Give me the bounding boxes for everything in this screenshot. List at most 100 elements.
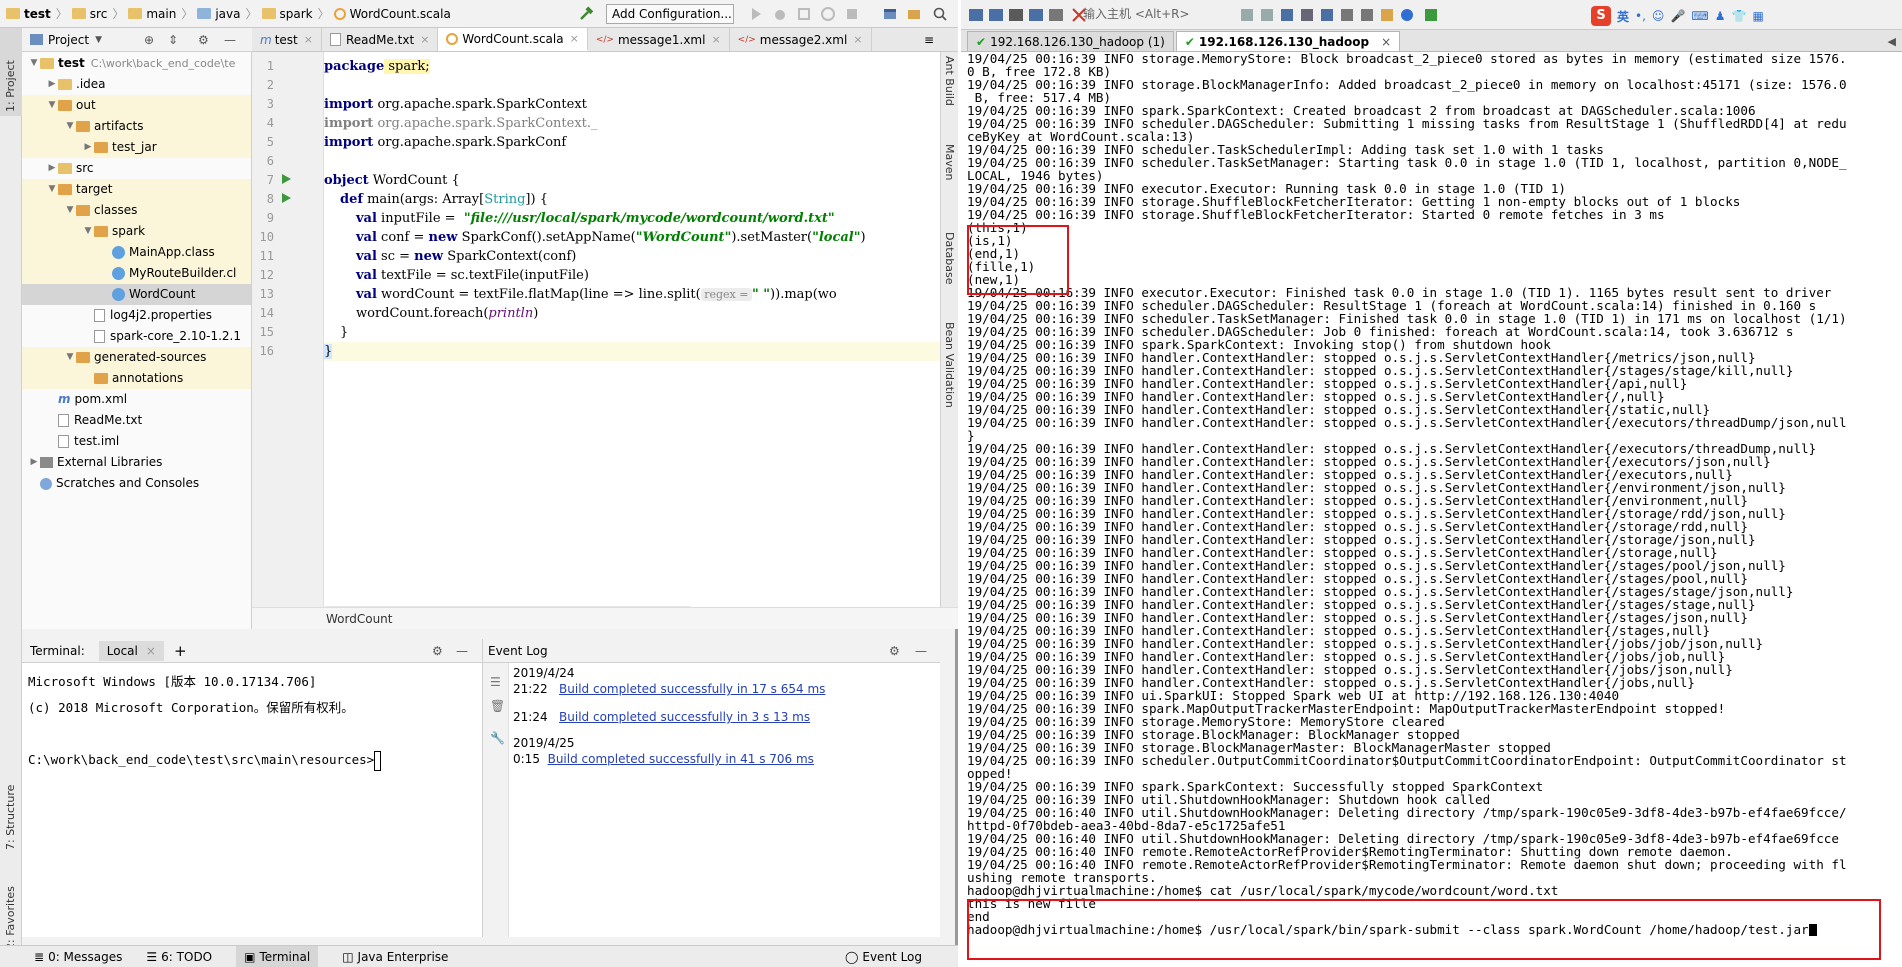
menu-grid-icon[interactable]: ▦ — [1752, 9, 1763, 23]
tree-item[interactable]: ▼ out — [22, 95, 251, 116]
structure-tool-tab[interactable]: 7: Structure — [4, 785, 17, 850]
build-hammer-icon[interactable] — [578, 6, 594, 22]
session-tab-1[interactable]: ✔ 192.168.126.130_hadoop (1) — [967, 31, 1174, 51]
chevron-right-icon[interactable]: ▶ — [82, 137, 94, 158]
chevron-down-icon[interactable]: ▼ — [64, 116, 76, 137]
project-structure-icon[interactable] — [882, 6, 898, 22]
punctuation-icon[interactable]: •, — [1635, 9, 1646, 23]
tab-message1[interactable]: </> message1.xml × — [588, 28, 730, 51]
event-link[interactable]: Build completed successfully in 3 s 13 m… — [559, 710, 810, 724]
search-icon[interactable] — [932, 6, 948, 22]
tab-wordcount-scala[interactable]: WordCount.scala × — [438, 28, 588, 51]
run-gutter-icon[interactable] — [280, 173, 292, 185]
ant-build-tab[interactable]: Ant Build — [943, 56, 956, 106]
messages-tool-button[interactable]: ≣ 0: Messages — [34, 950, 122, 964]
tree-item[interactable]: test.iml — [22, 431, 251, 452]
add-configuration-button[interactable]: Add Configuration... — [606, 4, 734, 24]
tab-overflow-button[interactable]: ≡ — [916, 28, 958, 51]
gear-icon[interactable]: ⚙ — [198, 33, 209, 47]
tree-item[interactable]: ReadMe.txt — [22, 410, 251, 431]
bean-validation-tab[interactable]: Bean Validation — [943, 322, 956, 408]
tab-test[interactable]: m test × — [252, 28, 322, 51]
chevron-down-icon[interactable]: ▼ — [28, 53, 40, 74]
profile-icon[interactable] — [820, 6, 836, 22]
maven-tab[interactable]: Maven — [943, 144, 956, 180]
add-terminal-button[interactable]: + — [174, 642, 187, 660]
sdk-icon[interactable] — [906, 6, 922, 22]
tree-item[interactable]: MyRouteBuilder.cl — [22, 263, 251, 284]
close-icon[interactable]: × — [1381, 35, 1391, 49]
wrench-icon[interactable]: 🔧 — [490, 731, 505, 745]
tab-scroll-left-icon[interactable]: ◀ — [1888, 35, 1896, 48]
settings-icon[interactable]: ☰ — [490, 675, 501, 689]
tree-item[interactable]: ▼ artifacts — [22, 116, 251, 137]
tree-item[interactable]: spark-core_2.10-1.2.1 — [22, 326, 251, 347]
tree-item[interactable]: ▼ generated-sources — [22, 347, 251, 368]
breadcrumb-file[interactable]: WordCount.scala — [333, 7, 451, 21]
chevron-right-icon[interactable]: ▶ — [28, 452, 40, 473]
gear-icon[interactable]: ⚙ — [889, 644, 900, 658]
close-icon[interactable]: × — [146, 644, 156, 658]
todo-tool-button[interactable]: ☰ 6: TODO — [146, 950, 212, 964]
emoji-icon[interactable]: ☺ — [1652, 9, 1665, 23]
toolbar-icons-2[interactable] — [1241, 7, 1441, 23]
breadcrumb-java[interactable]: java 〉 — [197, 5, 258, 22]
terminal-tool-button[interactable]: ▣ Terminal — [236, 946, 319, 967]
code-editor[interactable]: package spark; import org.apache.spark.S… — [324, 52, 942, 607]
tab-message2[interactable]: </> message2.xml × — [730, 28, 872, 51]
hide-icon[interactable]: — — [915, 644, 927, 658]
microphone-icon[interactable]: 🎤 — [1670, 9, 1685, 23]
skin-icon[interactable]: 👕 — [1731, 9, 1746, 23]
tree-item[interactable]: ▼ classes — [22, 200, 251, 221]
breadcrumb-src[interactable]: src 〉 — [71, 5, 124, 22]
database-tab[interactable]: Database — [943, 232, 956, 285]
terminal-output[interactable]: Microsoft Windows [版本 10.0.17134.706] (c… — [22, 663, 482, 937]
project-tool-tab[interactable]: 1: Project — [4, 60, 17, 112]
tree-item[interactable]: annotations — [22, 368, 251, 389]
terminal-tab-local[interactable]: Local × — [98, 640, 164, 661]
event-log-tool-button[interactable]: ◯ Event Log — [845, 950, 922, 964]
debug-icon[interactable] — [772, 6, 788, 22]
tree-item[interactable]: m pom.xml — [22, 389, 251, 410]
tree-item[interactable]: WordCount — [22, 284, 251, 305]
terminal-log[interactable]: 19/04/25 00:16:39 INFO storage.MemorySto… — [967, 52, 1897, 962]
locate-icon[interactable]: ⊕ — [144, 33, 154, 47]
gear-icon[interactable]: ⚙ — [432, 644, 443, 658]
tree-item[interactable]: Scratches and Consoles — [22, 473, 251, 494]
chevron-down-icon[interactable]: ▼ — [46, 95, 58, 116]
session-tab-2[interactable]: ✔ 192.168.126.130_hadoop × — [1175, 31, 1401, 51]
collapse-icon[interactable]: ⇕ — [168, 33, 178, 47]
tree-item[interactable]: ▼ target — [22, 179, 251, 200]
chevron-down-icon[interactable]: ▼ — [95, 35, 102, 45]
tree-item[interactable]: ▼ test C:\work\back_end_code\te — [22, 53, 251, 74]
run-icon[interactable] — [748, 6, 764, 22]
chevron-down-icon[interactable]: ▼ — [46, 179, 58, 200]
chevron-right-icon[interactable]: ▶ — [46, 74, 58, 95]
chevron-down-icon[interactable]: ▼ — [64, 200, 76, 221]
tree-item[interactable]: MainApp.class — [22, 242, 251, 263]
close-icon[interactable]: × — [304, 33, 313, 46]
java-enterprise-tool-button[interactable]: ◫ Java Enterprise — [342, 950, 448, 964]
ime-language-toggle[interactable]: 英 — [1617, 8, 1629, 25]
chevron-down-icon[interactable]: ▼ — [82, 221, 94, 242]
tree-item[interactable]: log4j2.properties — [22, 305, 251, 326]
project-view-selector[interactable]: Project — [48, 33, 89, 47]
run-gutter-icon[interactable] — [280, 192, 292, 204]
chevron-right-icon[interactable]: ▶ — [46, 158, 58, 179]
stop-icon[interactable] — [844, 6, 860, 22]
tree-item[interactable]: ▼ spark — [22, 221, 251, 242]
favorites-tool-tab[interactable]: 2: Favorites — [4, 886, 17, 950]
user-icon[interactable]: ♟ — [1715, 9, 1726, 23]
close-icon[interactable]: × — [570, 32, 579, 45]
tree-item[interactable]: ▶ External Libraries — [22, 452, 251, 473]
close-icon[interactable]: × — [853, 33, 862, 46]
close-icon[interactable]: × — [420, 33, 429, 46]
chevron-down-icon[interactable]: ▼ — [64, 347, 76, 368]
keyboard-icon[interactable]: ⌨ — [1691, 9, 1708, 23]
breadcrumb-spark[interactable]: spark 〉 — [261, 5, 330, 22]
hide-icon[interactable]: — — [456, 644, 468, 658]
close-icon[interactable]: × — [711, 33, 720, 46]
ime-toolbar[interactable]: S 英 •, ☺ 🎤 ⌨ ♟ 👕 ▦ — [1591, 6, 1764, 26]
event-link[interactable]: Build completed successfully in 17 s 654… — [559, 682, 825, 696]
event-link[interactable]: Build completed successfully in 41 s 706… — [548, 752, 814, 766]
